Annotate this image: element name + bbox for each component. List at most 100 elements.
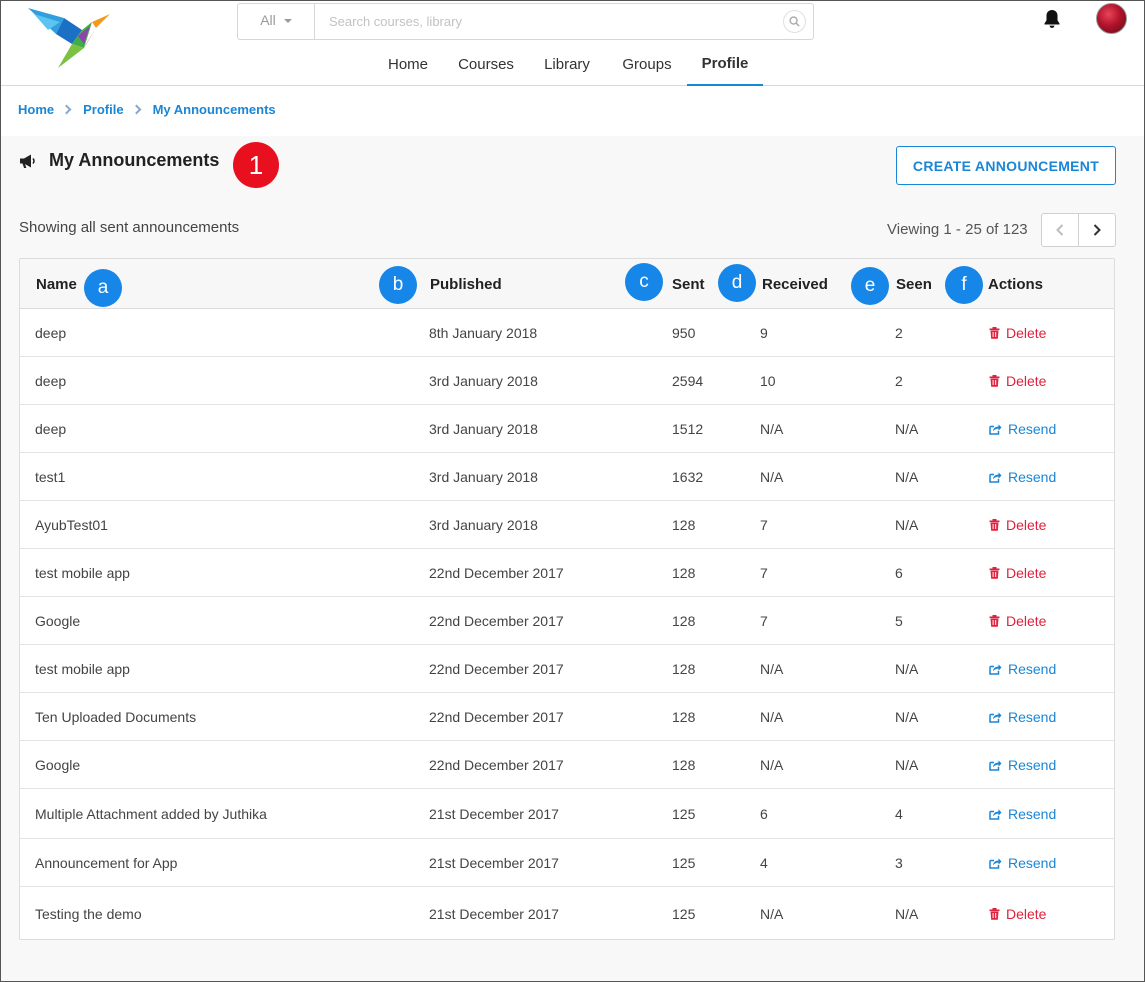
table-row: Multiple Attachment added by Juthika 21st…: [20, 789, 1114, 839]
resend-button[interactable]: Resend: [989, 806, 1056, 822]
table-row: AyubTest01 3rd January 2018 128 7 N/A Delete: [20, 501, 1114, 549]
annotation-marker-e: e: [851, 267, 889, 305]
cell-published: 22nd December 2017: [429, 565, 564, 581]
cell-sent: 1512: [672, 421, 704, 437]
column-header-name[interactable]: Name: [36, 276, 77, 293]
cell-name: Google: [35, 757, 81, 773]
cell-seen: N/A: [895, 469, 919, 485]
breadcrumb-profile[interactable]: Profile: [83, 102, 123, 117]
cell-received: N/A: [760, 661, 784, 677]
table-row: deep 3rd January 2018 1512 N/A N/A Resend: [20, 405, 1114, 453]
table-row: test mobile app 22nd December 2017 128 N/A N…: [20, 645, 1114, 693]
breadcrumb-home[interactable]: Home: [18, 102, 54, 117]
previous-page-button[interactable]: [1042, 214, 1078, 246]
action-label: Resend: [1008, 421, 1057, 437]
column-header-seen[interactable]: Seen: [896, 276, 932, 293]
annotation-marker-c: c: [625, 263, 663, 301]
share-external-icon: [989, 472, 1002, 483]
cell-sent: 125: [672, 906, 696, 922]
annotation-marker-b: b: [379, 266, 417, 304]
table-row: test mobile app 22nd December 2017 128 7 6 De…: [20, 549, 1114, 597]
bell-icon[interactable]: [1040, 7, 1064, 31]
table-row: Ten Uploaded Documents 22nd December 2017…: [20, 693, 1114, 741]
main-nav: Home Courses Library Groups Profile: [0, 45, 1145, 86]
announcements-table: Name Published Sent Received Seen Action…: [19, 258, 1115, 940]
delete-button[interactable]: Delete: [989, 565, 1046, 581]
cell-sent: 125: [672, 855, 696, 871]
megaphone-icon: [20, 154, 35, 168]
column-header-received[interactable]: Received: [762, 276, 828, 293]
action-label: Delete: [1006, 906, 1047, 922]
create-announcement-button[interactable]: CREATE ANNOUNCEMENT: [896, 146, 1116, 185]
breadcrumb-current[interactable]: My Announcements: [153, 102, 276, 117]
nav-item-groups[interactable]: Groups: [612, 45, 682, 86]
cell-published: 3rd January 2018: [429, 517, 538, 533]
table-header: Name Published Sent Received Seen Action…: [20, 259, 1114, 309]
list-subtitle: Showing all sent announcements: [19, 219, 240, 236]
cell-received: 9: [760, 325, 768, 341]
cell-sent: 2594: [672, 373, 704, 389]
nav-item-profile[interactable]: Profile: [687, 45, 763, 86]
cell-sent: 128: [672, 661, 696, 677]
delete-button[interactable]: Delete: [989, 613, 1046, 629]
resend-button[interactable]: Resend: [989, 757, 1056, 773]
cell-name: test1: [35, 469, 66, 485]
cell-sent: 125: [672, 806, 696, 822]
cell-name: test mobile app: [35, 661, 130, 677]
table-row: Testing the demo 21st December 2017 125 N/A…: [20, 887, 1114, 940]
next-page-button[interactable]: [1078, 214, 1115, 246]
delete-button[interactable]: Delete: [989, 517, 1046, 533]
column-header-sent[interactable]: Sent: [672, 276, 705, 293]
resend-button[interactable]: Resend: [989, 855, 1056, 871]
column-header-published[interactable]: Published: [430, 276, 502, 293]
annotation-marker-a: a: [84, 269, 122, 307]
cell-seen: 2: [895, 325, 903, 341]
share-external-icon: [989, 760, 1002, 771]
share-external-icon: [989, 858, 1002, 869]
delete-button[interactable]: Delete: [989, 373, 1046, 389]
cell-received: N/A: [760, 709, 784, 725]
cell-name: Announcement for App: [35, 855, 178, 871]
action-label: Delete: [1006, 517, 1047, 533]
action-label: Resend: [1008, 757, 1057, 773]
share-external-icon: [989, 664, 1002, 675]
delete-button[interactable]: Delete: [989, 906, 1046, 922]
search-button[interactable]: [783, 10, 806, 33]
resend-button[interactable]: Resend: [989, 421, 1056, 437]
user-avatar[interactable]: [1096, 3, 1127, 34]
cell-sent: 128: [672, 613, 696, 629]
resend-button[interactable]: Resend: [989, 469, 1056, 485]
action-label: Delete: [1006, 373, 1047, 389]
nav-item-courses[interactable]: Courses: [450, 45, 522, 86]
cell-seen: N/A: [895, 709, 919, 725]
chevron-right-icon: [131, 104, 142, 115]
cell-received: 7: [760, 565, 768, 581]
search-filter-label: All: [260, 11, 276, 28]
cell-seen: 2: [895, 373, 903, 389]
annotation-marker-d: d: [718, 264, 756, 302]
cell-received: 6: [760, 806, 768, 822]
search-filter-dropdown[interactable]: All: [238, 4, 315, 39]
nav-item-home[interactable]: Home: [378, 45, 438, 86]
nav-item-library[interactable]: Library: [534, 45, 600, 86]
trash-icon: [989, 519, 1000, 531]
cell-published: 8th January 2018: [429, 325, 538, 341]
cell-sent: 128: [672, 565, 696, 581]
cell-name: Google: [35, 613, 81, 629]
cell-published: 21st December 2017: [429, 906, 559, 922]
delete-button[interactable]: Delete: [989, 325, 1046, 341]
cell-name: Testing the demo: [35, 906, 142, 922]
resend-button[interactable]: Resend: [989, 709, 1056, 725]
cell-name: Multiple Attachment added by Juthika: [35, 806, 267, 822]
search-input[interactable]: [315, 4, 783, 39]
resend-button[interactable]: Resend: [989, 661, 1056, 677]
table-row: Google 22nd December 2017 128 7 5 Delete: [20, 597, 1114, 645]
cell-received: 7: [760, 613, 768, 629]
share-external-icon: [989, 809, 1002, 820]
trash-icon: [989, 375, 1000, 387]
cell-published: 22nd December 2017: [429, 613, 564, 629]
cell-published: 21st December 2017: [429, 855, 559, 871]
cell-seen: 4: [895, 806, 903, 822]
cell-received: N/A: [760, 421, 784, 437]
column-header-actions: Actions: [988, 276, 1044, 293]
